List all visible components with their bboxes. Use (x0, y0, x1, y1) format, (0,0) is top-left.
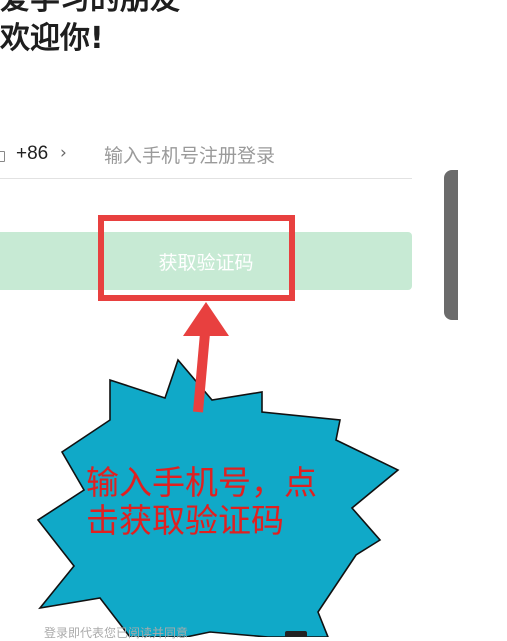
annotation-line-2: 击获取验证码 (86, 501, 284, 540)
agreement-text: 登录即代表您已阅读并同意 (44, 626, 189, 640)
annotation-burst (36, 302, 400, 637)
annotation-line-1: 输入手机号，点 (86, 463, 317, 502)
app-icon[interactable] (285, 631, 307, 637)
annotation-text: 输入手机号，点 击获取验证码 (86, 464, 366, 540)
